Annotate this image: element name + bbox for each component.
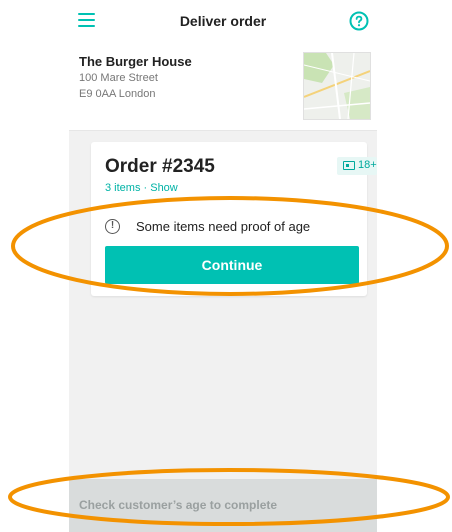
page-title: Deliver order	[179, 13, 267, 29]
order-card: Order #2345 3 items · Show 18+ ! Some it…	[91, 142, 377, 296]
continue-button[interactable]: Continue	[105, 246, 359, 284]
restaurant-panel: The Burger House 100 Mare Street E9 0AA …	[69, 44, 377, 131]
phone-screen: Deliver order The Burger House 100 Mare …	[69, 0, 377, 532]
help-circle-icon[interactable]	[349, 11, 369, 31]
id-card-icon	[343, 161, 355, 170]
restaurant-address-line1: 100 Mare Street	[79, 72, 158, 84]
complete-order-bar: Check customer’s age to complete	[69, 479, 377, 532]
show-items-link[interactable]: 3 items · Show	[105, 182, 178, 194]
proof-of-age-notice: Some items need proof of age	[136, 219, 311, 234]
complete-status-text: Check customer’s age to complete	[79, 498, 278, 512]
top-app-bar: Deliver order	[69, 0, 377, 45]
exclamation-circle-icon: !	[105, 219, 120, 234]
age-restriction-badge: 18+	[337, 157, 377, 175]
restaurant-name: The Burger House	[79, 54, 192, 69]
order-number: Order #2345	[105, 156, 215, 177]
age-badge-label: 18+	[358, 159, 377, 171]
map-thumbnail[interactable]	[303, 52, 371, 120]
restaurant-address-line2: E9 0AA London	[79, 88, 156, 100]
